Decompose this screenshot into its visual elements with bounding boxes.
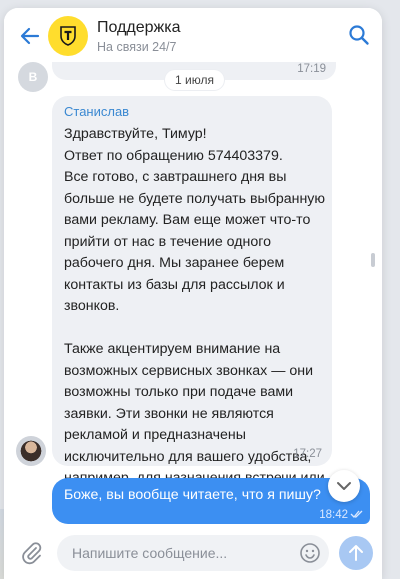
double-check-icon — [350, 510, 363, 518]
scrollbar-thumb[interactable] — [371, 253, 375, 267]
message-time: 18:42 — [319, 509, 348, 521]
avatar: В — [18, 62, 48, 92]
chevron-down-icon — [337, 482, 351, 490]
sender-avatar[interactable] — [16, 436, 46, 466]
search-icon[interactable] — [348, 24, 370, 46]
scroll-down-button[interactable] — [328, 470, 360, 502]
emoji-icon[interactable] — [299, 542, 321, 564]
chat-window: Поддержка На связи 24/7 В 17:19 1 июля С… — [4, 8, 382, 579]
message-text: Боже, вы вообще читаете, что я пишу? — [64, 487, 321, 503]
support-avatar[interactable] — [48, 16, 88, 56]
sender-name[interactable]: Станислав — [64, 104, 129, 119]
message-composer: Напишите сообщение... — [4, 528, 382, 579]
send-button[interactable] — [339, 536, 373, 570]
message-time: 17:19 — [297, 63, 326, 75]
message-time: 17:27 — [293, 448, 322, 460]
incoming-message-bubble: Станислав Здравствуйте, Тимур! Ответ по … — [52, 96, 332, 508]
message-list[interactable]: В 17:19 1 июля Станислав Здравствуйте, Т… — [4, 58, 382, 579]
message-input[interactable]: Напишите сообщение... — [57, 535, 329, 571]
paperclip-icon[interactable] — [20, 541, 44, 565]
chat-title: Поддержка — [97, 19, 181, 36]
date-separator: 1 июля — [165, 70, 224, 90]
message-input-placeholder: Напишите сообщение... — [72, 545, 228, 561]
send-arrow-icon — [349, 545, 363, 561]
shield-logo-icon — [60, 26, 76, 46]
chat-subtitle: На связи 24/7 — [97, 40, 177, 54]
chat-header: Поддержка На связи 24/7 — [4, 8, 382, 62]
message-text: Здравствуйте, Тимур! Ответ по обращению … — [64, 126, 326, 508]
outgoing-message-bubble: Боже, вы вообще читаете, что я пишу? 18:… — [52, 478, 370, 524]
back-arrow-icon[interactable] — [18, 24, 42, 48]
